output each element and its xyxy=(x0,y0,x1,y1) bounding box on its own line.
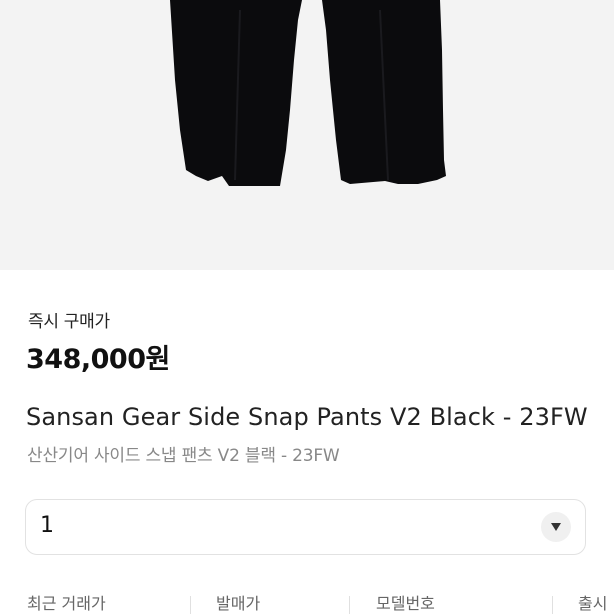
release-price-label: 발매가 xyxy=(216,594,261,613)
product-title-korean: 산산기어 사이드 스냅 팬츠 V2 블랙 - 23FW xyxy=(27,446,340,466)
quantity-select[interactable]: 1 xyxy=(25,499,586,555)
chevron-down-icon[interactable] xyxy=(541,512,571,542)
recent-trade-price-label: 최근 거래가 xyxy=(27,594,106,613)
instant-buy-price-label: 즉시 구매가 xyxy=(28,312,110,332)
info-divider xyxy=(552,596,553,614)
info-divider xyxy=(349,596,350,614)
release-date-label: 출시 xyxy=(578,594,608,613)
quantity-value: 1 xyxy=(40,513,54,538)
model-number-label: 모델번호 xyxy=(376,594,435,613)
pants-image xyxy=(170,0,446,186)
info-divider xyxy=(190,596,191,614)
product-detail-page: 즉시 구매가 348,000원 Sansan Gear Side Snap Pa… xyxy=(0,0,614,614)
product-title-english: Sansan Gear Side Snap Pants V2 Black - 2… xyxy=(26,403,588,431)
instant-buy-price: 348,000원 xyxy=(26,344,170,375)
product-info-row: 최근 거래가 발매가 모델번호 출시 xyxy=(0,590,614,614)
product-image[interactable] xyxy=(0,0,614,270)
